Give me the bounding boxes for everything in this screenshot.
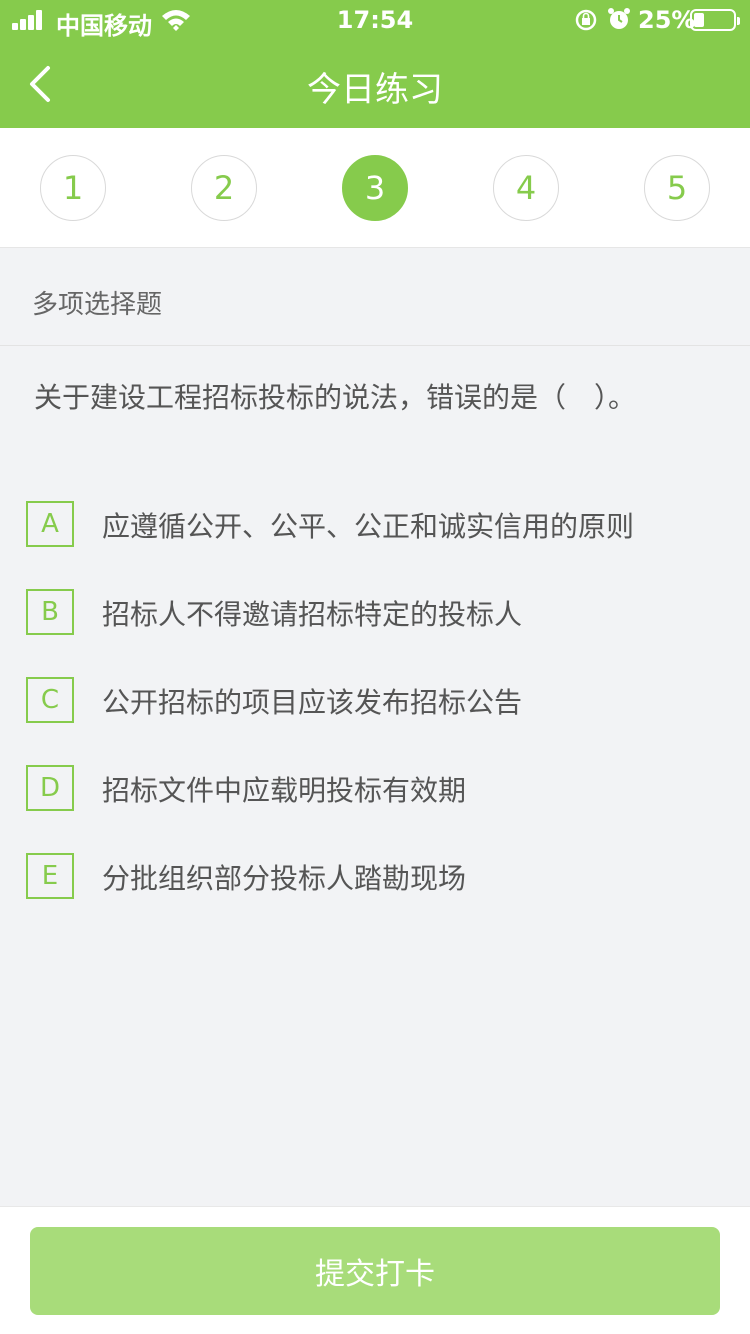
option-a[interactable]: A 应遵循公开、公平、公正和诚实信用的原则 — [26, 501, 726, 549]
question-tab-2[interactable]: 2 — [191, 155, 257, 221]
submit-checkin-button[interactable]: 提交打卡 — [30, 1227, 720, 1315]
alarm-icon — [608, 8, 630, 29]
rotation-lock-icon — [575, 9, 597, 31]
option-letter[interactable]: E — [26, 853, 74, 899]
option-text[interactable]: 招标文件中应载明投标有效期 — [102, 769, 466, 809]
battery-fill — [694, 13, 704, 27]
question-stem: 关于建设工程招标投标的说法，错误的是（ ）。 — [34, 381, 637, 414]
page-title: 今日练习 — [307, 70, 443, 110]
option-text[interactable]: 招标人不得邀请招标特定的投标人 — [102, 593, 522, 633]
question-tab-3[interactable]: 3 — [342, 155, 408, 221]
option-letter[interactable]: D — [26, 765, 74, 811]
question-tabs: 1 2 3 4 5 — [0, 128, 750, 248]
question-type-label: 多项选择题 — [32, 290, 163, 320]
option-letter[interactable]: B — [26, 589, 74, 635]
option-letter[interactable]: C — [26, 677, 74, 723]
question-tab-5[interactable]: 5 — [644, 155, 710, 221]
option-c[interactable]: C 公开招标的项目应该发布招标公告 — [26, 677, 726, 725]
top-bar: 中国移动 17:54 25% 今日练习 — [0, 0, 750, 128]
status-bar: 中国移动 17:54 25% — [0, 0, 750, 40]
option-text[interactable]: 分批组织部分投标人踏勘现场 — [102, 857, 466, 897]
question-type-header: 多项选择题 — [0, 248, 750, 346]
option-b[interactable]: B 招标人不得邀请招标特定的投标人 — [26, 589, 726, 637]
option-letter[interactable]: A — [26, 501, 74, 547]
screen: 中国移动 17:54 25% 今日练习 1 2 3 4 5 多项选择题 关于建设… — [0, 0, 750, 1334]
option-e[interactable]: E 分批组织部分投标人踏勘现场 — [26, 853, 726, 901]
bottom-bar: 提交打卡 — [0, 1206, 750, 1334]
question-tab-4[interactable]: 4 — [493, 155, 559, 221]
battery-icon — [690, 9, 740, 31]
option-text[interactable]: 应遵循公开、公平、公正和诚实信用的原则 — [102, 505, 634, 545]
question-tab-1[interactable]: 1 — [40, 155, 106, 221]
option-d[interactable]: D 招标文件中应载明投标有效期 — [26, 765, 726, 813]
option-text[interactable]: 公开招标的项目应该发布招标公告 — [102, 681, 522, 721]
battery-percent: 25% — [638, 6, 696, 34]
